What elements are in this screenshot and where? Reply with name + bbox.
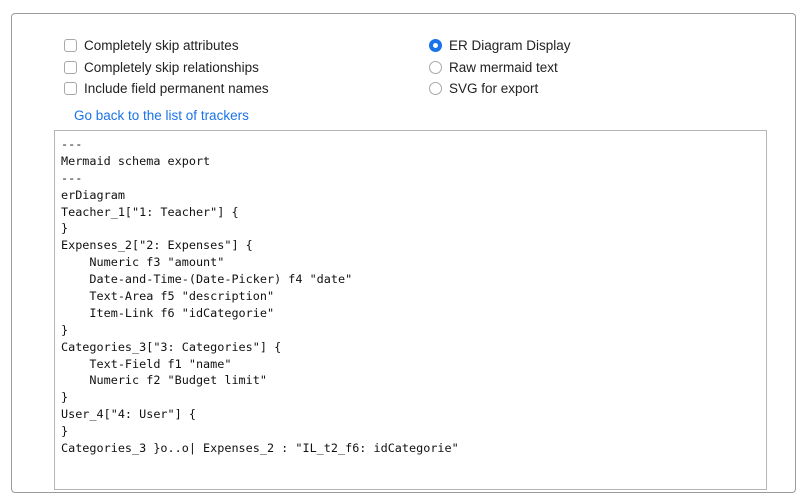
output-line: User_4["4: User"] { xyxy=(61,407,196,422)
output-line: Mermaid schema export xyxy=(61,153,211,168)
svg-export-radio-dot[interactable] xyxy=(429,81,442,95)
back-to-trackers-link[interactable]: Go back to the list of trackers xyxy=(74,108,249,123)
svg-export-radio[interactable]: SVG for export xyxy=(429,79,538,97)
skip-attributes-checkbox-box[interactable] xyxy=(64,38,77,52)
output-line: Text-Area f5 "description" xyxy=(61,289,275,304)
skip-relationships-checkbox[interactable]: Completely skip relationships xyxy=(64,58,259,76)
include-permanent-names-label: Include field permanent names xyxy=(84,80,269,96)
output-line: } xyxy=(61,390,69,405)
include-permanent-names-checkbox[interactable]: Include field permanent names xyxy=(64,79,269,97)
raw-mermaid-radio-dot[interactable] xyxy=(429,60,442,74)
output-line: } xyxy=(61,221,69,236)
output-line: erDiagram xyxy=(61,187,125,202)
output-line: Numeric f2 "Budget limit" xyxy=(61,373,267,388)
output-line: Expenses_2["2: Expenses"] { xyxy=(61,238,253,253)
output-line: Categories_3 }o..o| Expenses_2 : "IL_t2_… xyxy=(61,441,459,456)
svg-export-label: SVG for export xyxy=(449,80,539,96)
output-line: Categories_3["3: Categories"] { xyxy=(61,339,282,354)
skip-attributes-label: Completely skip attributes xyxy=(84,37,239,53)
er-diagram-label: ER Diagram Display xyxy=(449,37,571,53)
output-line: Item-Link f6 "idCategorie" xyxy=(61,305,275,320)
mermaid-output-lines: --- Mermaid schema export --- erDiagram … xyxy=(55,131,766,457)
raw-mermaid-radio[interactable]: Raw mermaid text xyxy=(429,58,558,76)
output-line: Text-Field f1 "name" xyxy=(61,356,232,371)
skip-relationships-checkbox-box[interactable] xyxy=(64,60,77,74)
mermaid-output[interactable]: --- Mermaid schema export --- erDiagram … xyxy=(54,130,767,490)
include-permanent-names-checkbox-box[interactable] xyxy=(64,81,77,95)
output-line: --- xyxy=(61,170,83,185)
skip-attributes-checkbox[interactable]: Completely skip attributes xyxy=(64,36,239,54)
er-diagram-radio-dot[interactable] xyxy=(429,38,442,52)
output-line: Teacher_1["1: Teacher"] { xyxy=(61,204,239,219)
skip-relationships-label: Completely skip relationships xyxy=(84,59,259,75)
output-line: Date-and-Time-(Date-Picker) f4 "date" xyxy=(61,272,353,287)
raw-mermaid-label: Raw mermaid text xyxy=(449,59,558,75)
output-line: --- xyxy=(61,137,83,151)
output-line: } xyxy=(61,424,69,439)
output-line: } xyxy=(61,322,69,337)
er-diagram-radio[interactable]: ER Diagram Display xyxy=(429,36,571,54)
output-line: Numeric f3 "amount" xyxy=(61,255,225,270)
